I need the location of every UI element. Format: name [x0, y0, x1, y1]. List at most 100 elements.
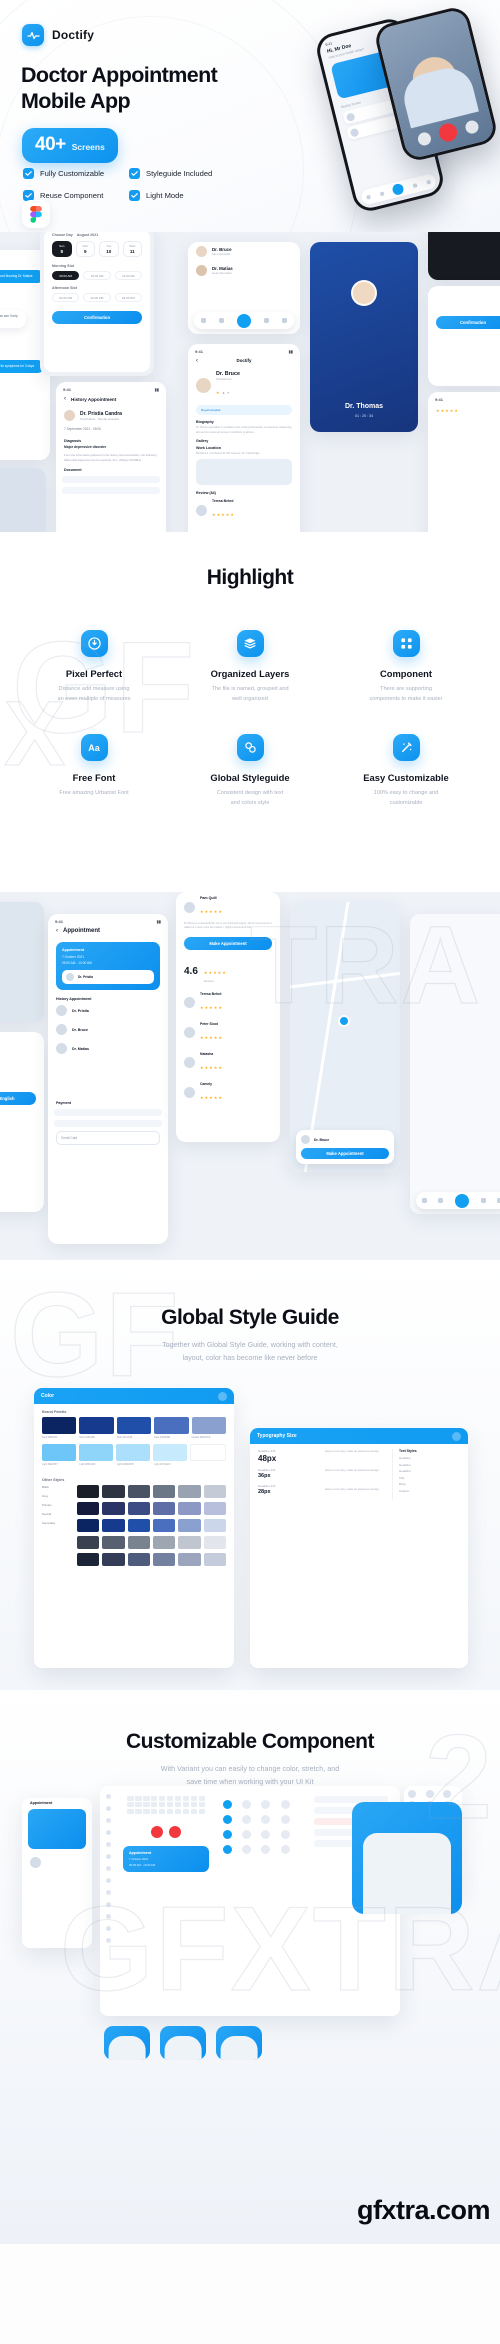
- review-row: Teresa Behrd ★★★★★: [176, 988, 280, 1018]
- appointment-time: 09:00 AM - 10:00 AM: [62, 961, 92, 965]
- chat-bubble-incoming: Good morning, how can I help you today?: [0, 310, 26, 328]
- color-swatch: [178, 1552, 201, 1566]
- appointment-promo-card[interactable]: Appointment 7 October 2021 09:00 AM - 10…: [123, 1845, 210, 1872]
- document-item[interactable]: [62, 475, 160, 483]
- highlight-title: Free Font: [72, 772, 116, 783]
- day-option[interactable]: Tue 10: [99, 241, 119, 257]
- history-row[interactable]: Dr. Bruce: [48, 1020, 168, 1039]
- text-style-item[interactable]: Title: [399, 1476, 460, 1480]
- make-appointment-button[interactable]: Make Appointment: [184, 936, 272, 950]
- swatch-name: Dark: [79, 1436, 85, 1439]
- map-doctor-sheet: Dr. Bruce Make Appointment: [296, 1130, 394, 1164]
- highlight-item-organized-layers: Organized Layers The file is named, grou…: [172, 630, 328, 704]
- calendar-icon[interactable]: [412, 182, 418, 188]
- color-swatch: [127, 1518, 150, 1532]
- day-option[interactable]: Sun 8: [52, 241, 72, 257]
- typography-panel: Typography Size Headline 4XL 48px Headli…: [250, 1428, 468, 1668]
- doctor-row[interactable]: [22, 1853, 92, 1872]
- avatar: [349, 127, 360, 138]
- make-appointment-button[interactable]: Make Appointment: [301, 1148, 389, 1159]
- highlight-title: Pixel Perfect: [65, 668, 123, 679]
- back-icon[interactable]: ‹: [56, 928, 58, 934]
- day-option[interactable]: Wed 11: [122, 241, 142, 257]
- confirmation-button[interactable]: Confirmation: [436, 316, 500, 329]
- slot-option[interactable]: 03:00 PM: [114, 293, 142, 302]
- highlight-desc: The file is named, grouped and well organ…: [211, 686, 289, 702]
- message-icon[interactable]: [438, 1198, 444, 1203]
- slot-option[interactable]: 02:00 PM: [83, 293, 111, 302]
- text-style-item[interactable]: Headline: [399, 1463, 460, 1467]
- doctor-row[interactable]: Dr. Matias Heart Specialist: [188, 261, 300, 280]
- document-item[interactable]: [62, 486, 160, 494]
- profile-icon[interactable]: [282, 318, 288, 323]
- back-icon[interactable]: ‹: [196, 358, 198, 364]
- search-icon[interactable]: [454, 1193, 469, 1208]
- color-swatch: [102, 1518, 125, 1532]
- search-icon[interactable]: [236, 313, 251, 328]
- bottom-nav[interactable]: [359, 172, 438, 206]
- payment-row[interactable]: [54, 1109, 162, 1116]
- section-title: Customizable Component: [125, 1730, 375, 1753]
- app-title: Doctify: [236, 358, 252, 363]
- slot-option[interactable]: 01:00 PM: [52, 293, 80, 302]
- diagnosis-label: Diagnosis: [64, 439, 82, 443]
- color-swatch: [152, 1501, 176, 1515]
- type-note: Have a nice day, make an awesome design: [325, 1467, 379, 1472]
- message-icon[interactable]: [379, 190, 385, 196]
- calendar-icon[interactable]: [264, 318, 270, 323]
- keyboard-component[interactable]: [123, 1792, 209, 1818]
- doctor-row[interactable]: Dr. Bruce Skin Specialist: [188, 242, 300, 261]
- profile-icon[interactable]: [426, 179, 432, 185]
- slot-option[interactable]: 11:00 AM: [114, 271, 142, 280]
- feature-label: Light Mode: [146, 191, 184, 200]
- morning-slots[interactable]: 09:00 AM 10:00 AM 11:00 AM: [44, 268, 150, 283]
- text-style-item[interactable]: Headline: [399, 1469, 460, 1473]
- swatch-hex: #8FD4F9: [85, 1463, 96, 1467]
- appointment-card[interactable]: [28, 1809, 86, 1849]
- feature-item-styleguide-included: Styleguide Included: [129, 168, 212, 179]
- home-icon[interactable]: [421, 1198, 427, 1203]
- slot-option[interactable]: 10:00 AM: [83, 271, 111, 280]
- search-icon[interactable]: [391, 182, 406, 196]
- mute-icon[interactable]: [416, 130, 433, 147]
- confirmation-button[interactable]: Confirmation: [52, 311, 142, 324]
- home-icon[interactable]: [200, 318, 206, 323]
- action-button[interactable]: English: [0, 1092, 36, 1105]
- color-swatch: [127, 1535, 150, 1549]
- history-row[interactable]: Dr. Pristia: [48, 1001, 168, 1020]
- text-style-item[interactable]: Caption: [399, 1489, 460, 1493]
- toggle-grid[interactable]: [215, 1792, 301, 1862]
- day-picker[interactable]: Sun 8 Mon 9 Tue 10 Wed 11: [44, 237, 150, 261]
- appointment-card[interactable]: Appointment 7 October 2021 09:00 AM - 10…: [56, 942, 160, 990]
- day-num: 11: [129, 249, 135, 254]
- avatar: [64, 410, 75, 421]
- home-icon[interactable]: [365, 194, 371, 200]
- day-option[interactable]: Mon 9: [75, 241, 95, 257]
- bottom-nav[interactable]: [194, 312, 294, 329]
- side-screen-card: [410, 914, 500, 1214]
- back-icon[interactable]: ‹: [64, 396, 66, 402]
- text-style-item[interactable]: Body: [399, 1482, 460, 1486]
- pulse-icon: [22, 24, 44, 46]
- reviewer-name: Natasha: [200, 1051, 214, 1056]
- highlight-item-component: Component There are supporting components…: [328, 630, 484, 704]
- page-title: Doctor Appointment Mobile App: [21, 63, 218, 114]
- day-dow: Wed: [129, 244, 136, 248]
- video-icon[interactable]: [463, 118, 480, 135]
- color-swatch: [203, 1535, 226, 1549]
- calendar-icon[interactable]: [480, 1198, 486, 1203]
- bottom-nav[interactable]: [416, 1192, 500, 1209]
- message-icon[interactable]: [218, 318, 224, 323]
- history-row[interactable]: Dr. Matias: [48, 1039, 168, 1058]
- payment-row[interactable]: [54, 1120, 162, 1127]
- credit-card-row[interactable]: Credit Card: [56, 1131, 160, 1145]
- doctor-specialty: Skin Specialist: [212, 252, 231, 256]
- end-call-icon[interactable]: [151, 1825, 164, 1838]
- afternoon-slots[interactable]: 01:00 PM 02:00 PM 03:00 PM: [44, 290, 150, 305]
- slot-option[interactable]: 09:00 AM: [52, 271, 80, 280]
- text-style-item[interactable]: Headline: [399, 1456, 460, 1460]
- end-call-icon[interactable]: [169, 1825, 182, 1838]
- font-aa-icon: Aa: [80, 734, 108, 761]
- color-swatch: [42, 1444, 76, 1462]
- map-preview[interactable]: [196, 459, 292, 486]
